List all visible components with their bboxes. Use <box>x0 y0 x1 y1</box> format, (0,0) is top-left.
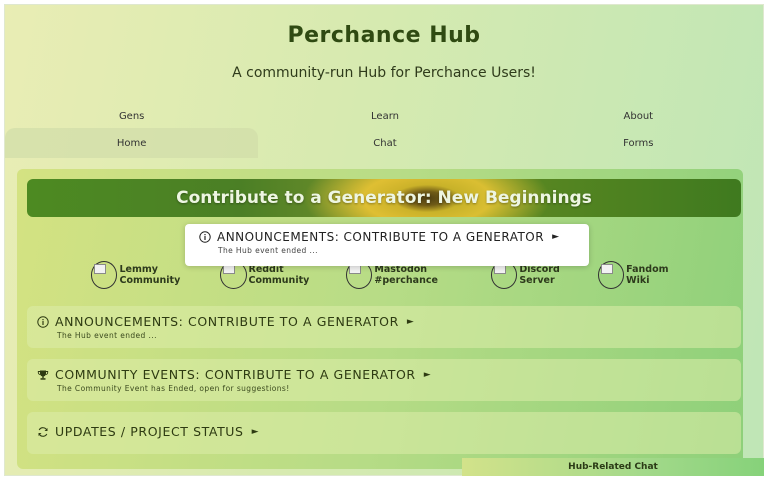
section-subtitle: The Community Event has Ended, open for … <box>57 384 290 393</box>
tab-gens[interactable]: Gens <box>5 103 258 129</box>
info-icon <box>37 315 49 328</box>
fandom-icon <box>597 261 625 289</box>
section-subtitle: The Hub event ended ... <box>57 331 157 340</box>
tab-chat[interactable]: Chat <box>258 128 511 158</box>
link-label: Lemmy Community <box>119 264 181 286</box>
announcement-popup[interactable]: ANNOUNCEMENTS: CONTRIBUTE TO A GENERATOR… <box>185 224 589 266</box>
event-banner[interactable]: Contribute to a Generator: New Beginning… <box>27 179 741 217</box>
tab-about[interactable]: About <box>512 103 763 129</box>
section-announcements[interactable]: ANNOUNCEMENTS: CONTRIBUTE TO A GENERATOR… <box>27 306 741 348</box>
info-icon <box>199 231 211 243</box>
lemmy-icon <box>91 261 118 289</box>
nav-row-primary: Gens Learn About <box>5 103 763 129</box>
link-label: Fandom Wiki <box>626 264 669 286</box>
site-subtitle: A community-run Hub for Perchance Users! <box>232 65 536 81</box>
chat-tab-label: Hub-Related Chat <box>568 462 658 472</box>
expand-arrow-icon: ► <box>406 316 414 327</box>
hub-chat-tab[interactable]: Hub-Related Chat <box>462 458 764 476</box>
popup-title: ANNOUNCEMENTS: CONTRIBUTE TO A GENERATOR <box>217 230 545 244</box>
section-title: ANNOUNCEMENTS: CONTRIBUTE TO A GENERATOR <box>55 314 399 329</box>
refresh-icon <box>37 426 49 438</box>
link-label: Discord Server <box>519 264 560 286</box>
banner-title: Contribute to a Generator: New Beginning… <box>176 188 592 208</box>
nav-row-secondary: Home Chat Forms <box>5 128 763 158</box>
site-title: Perchance Hub <box>287 23 481 48</box>
tab-forms[interactable]: Forms <box>512 128 763 158</box>
expand-arrow-icon: ► <box>251 426 259 437</box>
tab-learn[interactable]: Learn <box>258 103 511 129</box>
link-label: Reddit Community <box>248 264 310 286</box>
expand-arrow-icon: ► <box>552 232 560 242</box>
link-fandom[interactable]: Fandom Wiki <box>597 261 691 289</box>
popup-subtitle: The Hub event ended ... <box>218 246 318 255</box>
expand-arrow-icon: ► <box>423 369 431 380</box>
section-updates[interactable]: UPDATES / PROJECT STATUS ► <box>27 412 741 454</box>
page-frame: Perchance Hub A community-run Hub for Pe… <box>4 4 764 476</box>
tab-home[interactable]: Home <box>5 128 259 158</box>
section-title: COMMUNITY EVENTS: CONTRIBUTE TO A GENERA… <box>55 367 416 382</box>
section-community-events[interactable]: COMMUNITY EVENTS: CONTRIBUTE TO A GENERA… <box>27 359 741 401</box>
link-label: Mastodon #perchance <box>374 264 438 286</box>
trophy-icon <box>37 369 49 381</box>
section-title: UPDATES / PROJECT STATUS <box>55 424 244 439</box>
